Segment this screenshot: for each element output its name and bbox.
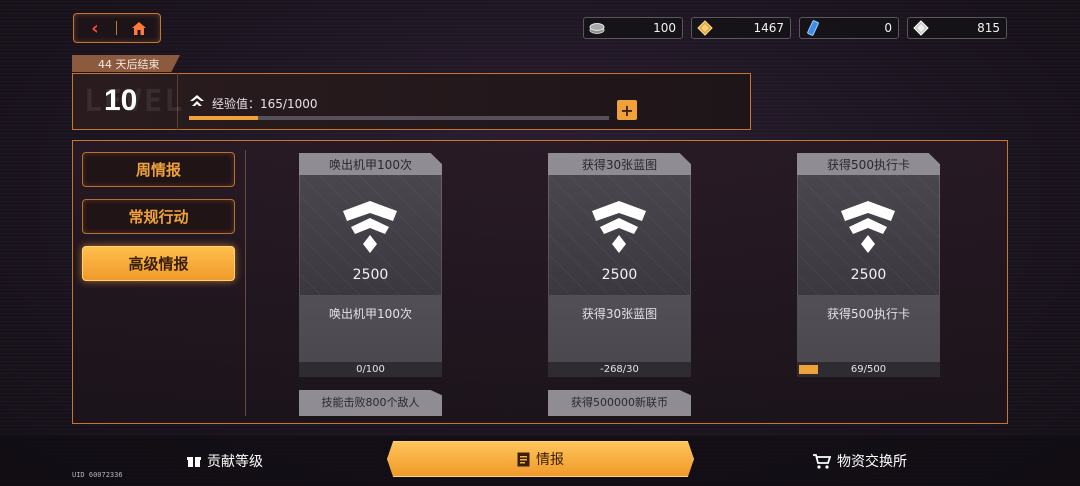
card-reward: 2500 (601, 267, 638, 283)
user-id: UID 60072336 (72, 471, 123, 479)
bottom-tab-label: 物资交换所 (837, 454, 907, 470)
card-progress-text: 0/100 (356, 364, 385, 375)
silver-gem-icon (912, 20, 930, 36)
card-reward: 2500 (352, 267, 389, 283)
tab-weekly-intel[interactable]: 周情报 (82, 152, 235, 187)
back-arrow-icon: ‹ (91, 17, 99, 39)
sidebar-divider (245, 150, 246, 416)
rank-emblem-icon (592, 201, 646, 253)
card-title-text: 获得500000新联币 (571, 396, 668, 409)
document-icon (517, 452, 530, 466)
card-title-text: 唤出机甲100次 (329, 157, 412, 172)
tab-advanced-intel[interactable]: 高级情报 (82, 246, 235, 281)
buy-level-button[interactable]: + (617, 100, 637, 120)
task-card-peek[interactable]: 获得500000新联币 (548, 390, 691, 416)
nav-group: ‹ (73, 13, 161, 43)
coin-stack-icon (588, 20, 606, 36)
home-button[interactable] (117, 14, 160, 42)
tab-label: 周情报 (135, 161, 181, 179)
bottom-tab-contribution[interactable]: 贡献等级 (150, 446, 300, 476)
rank-emblem-icon (343, 201, 397, 253)
card-title: 获得30张蓝图 (548, 153, 691, 175)
bottom-tab-exchange[interactable]: 物资交换所 (780, 446, 940, 476)
card-description: 获得500执行卡 (827, 307, 910, 321)
card-title: 获得500执行卡 (797, 153, 940, 175)
exp-label: 经验值：165/1000 (212, 97, 318, 111)
rank-chevron-icon (190, 95, 204, 106)
card-title-text: 获得500执行卡 (827, 157, 910, 172)
home-icon (131, 21, 146, 35)
tab-regular-ops[interactable]: 常规行动 (82, 199, 235, 234)
gold-gem-icon (696, 20, 714, 36)
resource-ticket[interactable]: 0 (799, 17, 899, 39)
exp-progress-fill (189, 116, 259, 120)
tab-label: 高级情报 (128, 255, 189, 273)
blue-ticket-icon (804, 20, 822, 36)
task-card-peek[interactable]: 技能击败800个敌人 (299, 390, 442, 416)
tab-label: 常规行动 (128, 208, 189, 226)
resource-value: 1467 (753, 21, 784, 35)
card-description: 获得30张蓝图 (581, 307, 658, 321)
task-card[interactable]: 唤出机甲100次 2500 唤出机甲100次 0/100 (299, 153, 442, 377)
card-title: 唤出机甲100次 (299, 153, 442, 175)
resource-silver[interactable]: 815 (907, 17, 1007, 39)
level-number: 10 (104, 84, 138, 117)
gift-icon (187, 457, 201, 467)
cart-icon (813, 453, 831, 469)
back-button[interactable]: ‹ (74, 14, 116, 42)
bottom-tab-intel[interactable]: 情报 (387, 441, 694, 477)
resource-gold[interactable]: 1467 (691, 17, 791, 39)
task-card[interactable]: 获得30张蓝图 2500 获得30张蓝图 -268/30 (548, 153, 691, 377)
bottom-tab-label: 贡献等级 (207, 454, 263, 470)
card-title-text: 技能击败800个敌人 (321, 396, 420, 409)
season-end-label: 44 天后结束 (98, 57, 160, 71)
resource-value: 0 (884, 21, 892, 35)
card-progress-text: -268/30 (600, 364, 639, 375)
card-reward: 2500 (850, 267, 887, 283)
card-description: 唤出机甲100次 (329, 307, 412, 321)
resource-coins[interactable]: 100 (583, 17, 683, 39)
rank-emblem-icon (841, 201, 895, 253)
card-title-text: 获得30张蓝图 (581, 157, 658, 172)
season-end-tag: 44 天后结束 (72, 55, 180, 72)
card-progress-text: 69/500 (850, 364, 887, 375)
plus-icon: + (620, 100, 634, 120)
resource-value: 100 (653, 21, 676, 35)
bottom-tab-label: 情报 (536, 452, 564, 468)
task-card[interactable]: 获得500执行卡 2500 获得500执行卡 69/500 (797, 153, 940, 377)
resource-value: 815 (977, 21, 1000, 35)
